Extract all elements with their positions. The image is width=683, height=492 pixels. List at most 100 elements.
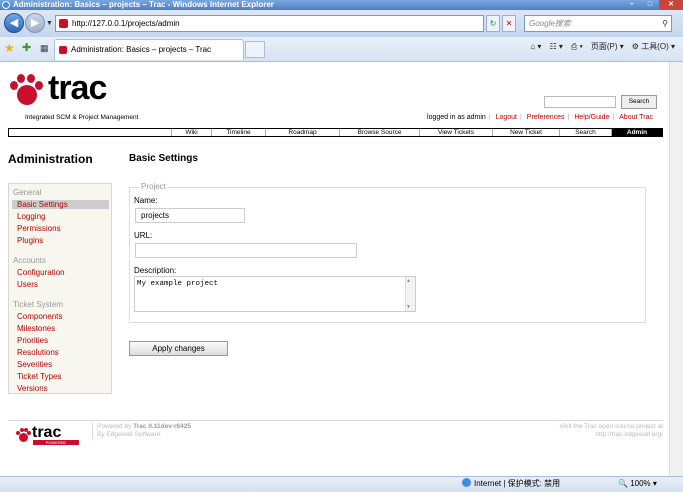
stop-icon[interactable]: ✕ [502,15,516,32]
nav-timeline[interactable]: Timeline [211,129,265,136]
close-button[interactable]: ✕ [659,0,683,10]
logout-link[interactable]: Logout [496,114,517,121]
history-dropdown-icon[interactable]: ▼ [46,20,53,27]
window-controls: – □ ✕ [623,0,683,10]
url-input[interactable] [135,243,357,258]
security-zone-text: Internet | 保护模式: 禁用 [474,479,561,488]
sidebar-cat-ticket-system: Ticket System [13,300,63,309]
ie-icon [2,1,10,9]
nav-admin[interactable]: Admin [611,129,662,136]
sidebar-item-basic-settings[interactable]: Basic Settings [12,200,109,209]
page-title: Basic Settings [129,153,198,164]
logo-word: trac [48,69,107,107]
favorites-star-icon[interactable]: ★ [4,41,15,55]
sidebar-item-configuration[interactable]: Configuration [17,268,65,277]
add-favorites-icon[interactable]: ✚ [22,41,31,54]
trac-version-link[interactable]: Trac 0.11dev-r6425 [133,423,191,430]
sidebar-item-logging[interactable]: Logging [17,212,45,221]
browser-navbar: ◀ ▶ ▼ http://127.0.0.1/projects/admin ↻ … [0,10,683,37]
name-label: Name: [134,196,158,205]
project-legend: Project [140,182,167,191]
page-menu-label: 页面(P) [590,42,618,51]
home-icon[interactable]: ⌂ ▾ [530,42,541,51]
command-bar: ⌂ ▾ ☷ ▾ ⎙ ▾ 页面(P) ▾ ⚙ 工具(O) ▾ [530,41,675,52]
sidebar-item-milestones[interactable]: Milestones [17,324,55,333]
name-input[interactable]: projects [135,208,245,223]
logo-tagline: Integrated SCM & Project Management [25,114,139,121]
trac-page: trac Integrated SCM & Project Management… [0,62,669,476]
feeds-icon[interactable]: ☷ ▾ [549,42,562,51]
footer: trac POWERED Powered by Trac 0.11dev-r64… [8,420,663,447]
description-textarea[interactable]: My example project ▲ ▼ [134,276,416,312]
sidebar-cat-accounts: Accounts [13,256,46,265]
edgewall-text: By Edgewall Software. [97,431,163,438]
browser-search-placeholder: Google搜索 [529,19,571,28]
nav-search[interactable]: Search [559,129,611,136]
forward-button[interactable]: ▶ [25,13,45,33]
footer-trac-logo[interactable]: trac POWERED [16,424,80,445]
tab-active[interactable]: Administration: Basics – projects – Trac [54,39,244,60]
main-nav: Wiki Timeline Roadmap Browse Source View… [8,128,663,137]
sidebar-item-resolutions[interactable]: Resolutions [17,348,59,357]
footer-visit: Visit the Trac open source project at ht… [559,423,663,439]
trac-site-link[interactable]: http://trac.edgewall.org/ [595,431,663,438]
tools-menu-label: 工具(O) [641,42,669,51]
scroll-up-icon[interactable]: ▲ [407,278,410,284]
sidebar-item-plugins[interactable]: Plugins [17,236,43,245]
back-button[interactable]: ◀ [4,13,24,33]
minimize-button[interactable]: – [623,0,641,10]
powered-by-text: Powered by [97,423,132,430]
tab-title: Administration: Basics – projects – Trac [71,45,212,54]
address-url[interactable]: http://127.0.0.1/projects/admin [72,16,180,31]
help-guide-link[interactable]: Help/Guide [574,114,609,121]
footer-logo-powered: POWERED [33,440,79,445]
window-titlebar: Administration: Basics – projects – Trac… [0,0,683,10]
sidebar-item-components[interactable]: Components [17,312,62,321]
visit-text: Visit the Trac open source project at [559,423,663,430]
sidebar-item-priorities[interactable]: Priorities [17,336,48,345]
textarea-scrollbar[interactable]: ▲ ▼ [405,277,415,311]
nav-new-ticket[interactable]: New Ticket [492,129,559,136]
trac-favicon [59,19,68,28]
zoom-level: 100% [630,479,651,488]
nav-browse-source[interactable]: Browse Source [339,129,419,136]
sidebar-item-versions[interactable]: Versions [17,384,48,393]
footer-paw-icon [16,428,31,442]
preferences-link[interactable]: Preferences [527,114,565,121]
tools-menu[interactable]: ⚙ 工具(O) ▾ [632,41,675,52]
maximize-button[interactable]: □ [641,0,659,10]
address-bar[interactable]: http://127.0.0.1/projects/admin [55,15,484,32]
trac-search-button[interactable]: Search [621,95,657,109]
browser-search-input[interactable]: Google搜索 ⚲ [524,15,672,32]
nav-view-tickets[interactable]: View Tickets [419,129,492,136]
sidebar-item-severities[interactable]: Severities [17,360,52,369]
description-label: Description: [134,266,177,275]
tab-bar: ★ ✚ ▦ Administration: Basics – projects … [0,37,683,62]
refresh-icon[interactable]: ↻ [486,15,500,32]
zoom-control[interactable]: 🔍 100% ▾ [618,477,657,491]
quick-tabs-icon[interactable]: ▦ [40,43,49,54]
print-icon[interactable]: ⎙ ▾ [571,42,583,52]
about-trac-link[interactable]: About Trac [619,114,653,121]
sidebar-item-permissions[interactable]: Permissions [17,224,61,233]
description-text: My example project [137,280,219,288]
page-scrollbar[interactable] [669,62,683,476]
nav-roadmap[interactable]: Roadmap [265,129,339,136]
footer-powered-by: Powered by Trac 0.11dev-r6425 By Edgewal… [92,423,191,439]
sidebar-item-ticket-types[interactable]: Ticket Types [17,372,61,381]
trac-search-input[interactable] [544,96,616,108]
page-menu[interactable]: 页面(P) ▾ [591,41,624,52]
new-tab-button[interactable] [245,41,265,58]
sidebar-item-users[interactable]: Users [17,280,38,289]
address-buttons: ↻ ✕ [486,15,516,32]
search-icon[interactable]: ⚲ [662,16,668,31]
tab-favicon [59,46,67,54]
metanav: logged in as admin | Logout | Preferences |… [424,114,656,121]
nav-wiki[interactable]: Wiki [171,129,211,136]
globe-icon [462,478,471,487]
security-zone: Internet | 保护模式: 禁用 [462,477,560,491]
sidebar-title: Administration [8,152,93,166]
apply-changes-button[interactable]: Apply changes [129,341,228,356]
scroll-down-icon[interactable]: ▼ [407,304,410,310]
sidebar-cat-general: General [13,188,42,197]
